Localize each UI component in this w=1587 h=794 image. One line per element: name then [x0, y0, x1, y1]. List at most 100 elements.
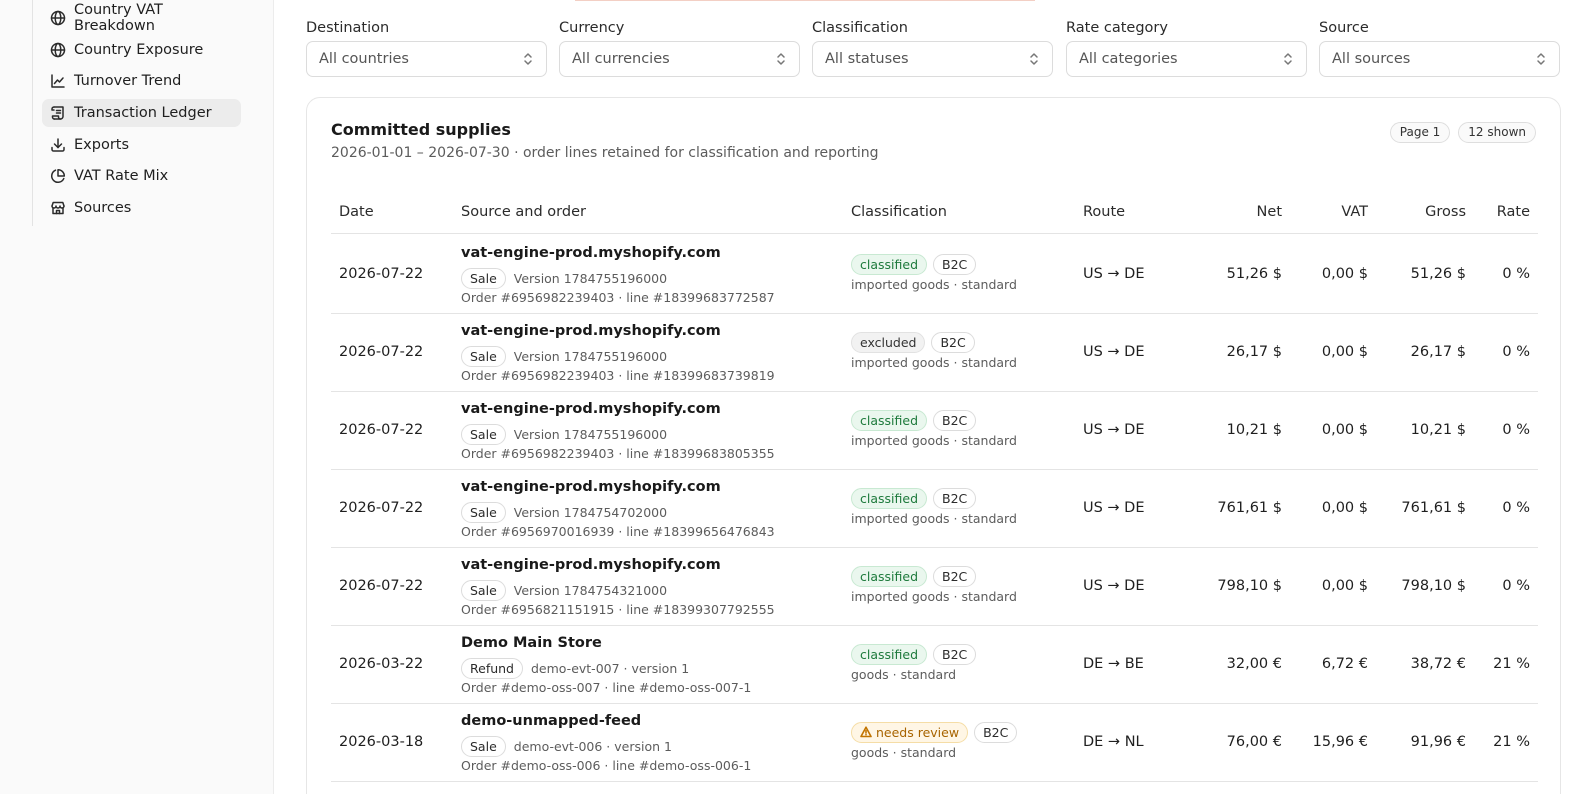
sidebar-item-label: Country Exposure [74, 42, 204, 58]
sidebar-item-exports[interactable]: Exports [42, 131, 241, 159]
row-gross: 761,61 $ [1401, 500, 1466, 516]
sidebar-item-vat-rate-mix[interactable]: VAT Rate Mix [42, 162, 241, 190]
row-date: 2026-07-22 [339, 422, 424, 438]
sidebar-item-turnover-trend[interactable]: Turnover Trend [42, 67, 241, 95]
source-version: Version 1784755196000 [513, 348, 668, 364]
classification-detail: imported goods · standard [851, 589, 1017, 604]
channel-badge: B2C [933, 643, 977, 665]
row-gross: 798,10 $ [1401, 578, 1466, 594]
status-badge: classified [851, 409, 928, 431]
order-reference: Order #6956982239403 · line #18399683739… [461, 368, 775, 383]
classification-detail: imported goods · standard [851, 277, 1017, 292]
row-rate: 21 % [1493, 734, 1530, 750]
table-row[interactable]: 2026-07-22 vat-engine-prod.myshopify.com S… [331, 469, 1538, 548]
source-version: demo-evt-007 · version 1 [531, 660, 690, 676]
order-reference: Order #demo-oss-007 · line #demo-oss-007… [461, 680, 752, 695]
source-name: vat-engine-prod.myshopify.com [461, 401, 721, 417]
row-date: 2026-07-22 [339, 344, 424, 360]
order-reference: Order #6956821151915 · line #18399307792… [461, 602, 775, 617]
globe-icon [50, 42, 66, 58]
transaction-type-badge: Sale [461, 579, 506, 601]
column-header-rate[interactable]: Rate [1497, 204, 1530, 220]
row-vat: 0,00 $ [1321, 344, 1368, 360]
source-version-line: Sale demo-evt-006 · version 1 [461, 735, 751, 757]
sidebar-item-country-exposure[interactable]: Country Exposure [42, 36, 241, 64]
column-header-date[interactable]: Date [339, 204, 374, 220]
table-row[interactable]: 2026-03-18 demo-unmapped-feed Sale demo-evt… [331, 703, 1538, 782]
table-row[interactable]: 2026-03-22 Demo Main Store Refund demo-evt-… [331, 625, 1538, 704]
source-version: Version 1784754702000 [513, 504, 668, 520]
classification-select[interactable]: All statuses [812, 41, 1053, 77]
row-date: 2026-03-18 [339, 734, 424, 750]
row-rate: 0 % [1502, 422, 1530, 438]
row-source: vat-engine-prod.myshopify.com Sale Version… [461, 245, 775, 305]
channel-badge: B2C [931, 331, 975, 353]
source-version-line: Sale Version 1784755196000 [461, 345, 775, 367]
source-select[interactable]: All sources [1319, 41, 1560, 77]
classification-detail: goods · standard [851, 667, 957, 682]
classification-detail: imported goods · standard [851, 355, 1017, 370]
channel-badge: B2C [933, 409, 977, 431]
status-label: classified [860, 646, 919, 662]
committed-supplies-card: Committed supplies 2026-01-01 – 2026-07-… [306, 97, 1561, 794]
row-classification: classified B2C imported goods · standard [851, 565, 1017, 604]
status-label: classified [860, 256, 919, 272]
destination-select[interactable]: All countries [306, 41, 547, 77]
classification-badges: classified B2C [851, 487, 1017, 509]
classification-badges: classified B2C [851, 643, 982, 665]
row-date: 2026-07-22 [339, 266, 424, 282]
sidebar-rail [32, 0, 33, 226]
transaction-type-badge: Sale [461, 267, 506, 289]
sidebar-item-country-vat-breakdown[interactable]: Country VAT Breakdown [42, 2, 241, 34]
filter-classification: Classification All statuses [812, 18, 1053, 77]
classification-detail: goods · standard [851, 745, 957, 760]
status-badge: classified [851, 565, 928, 587]
source-version: demo-evt-006 · version 1 [513, 738, 672, 754]
row-route: US → DE [1083, 500, 1145, 516]
row-gross: 38,72 € [1410, 656, 1466, 672]
sidebar-item-sources[interactable]: Sources [42, 194, 241, 222]
column-header-source[interactable]: Source and order [461, 204, 586, 220]
sidebar-item-label: Sources [74, 200, 132, 216]
table-row[interactable]: 2026-07-22 vat-engine-prod.myshopify.com S… [331, 235, 1538, 314]
currency-select[interactable]: All currencies [559, 41, 800, 77]
column-header-gross[interactable]: Gross [1425, 204, 1466, 220]
column-header-vat[interactable]: VAT [1341, 204, 1368, 220]
status-badge: classified [851, 643, 928, 665]
select-value: All currencies [572, 51, 670, 67]
row-rate: 0 % [1502, 500, 1530, 516]
row-classification: classified B2C goods · standard [851, 643, 982, 682]
rate-category-select[interactable]: All categories [1066, 41, 1307, 77]
app-root: Country VAT Breakdown Country Exposure T… [0, 0, 1587, 794]
source-name: vat-engine-prod.myshopify.com [461, 557, 721, 573]
status-badge: classified [851, 487, 928, 509]
transaction-type-badge: Sale [461, 735, 506, 757]
classification-badges: needs review B2C [851, 721, 1023, 743]
row-gross: 51,26 $ [1410, 266, 1466, 282]
source-name: vat-engine-prod.myshopify.com [461, 245, 721, 261]
ledger-icon [50, 105, 66, 121]
row-classification: excluded B2C imported goods · standard [851, 331, 1017, 370]
sidebar-item-transaction-ledger[interactable]: Transaction Ledger [42, 99, 241, 127]
transaction-type-badge: Refund [461, 657, 523, 679]
table-row[interactable]: 2026-07-22 vat-engine-prod.myshopify.com S… [331, 313, 1538, 392]
order-reference: Order #demo-oss-006 · line #demo-oss-006… [461, 758, 752, 773]
table-row[interactable]: 2026-07-22 vat-engine-prod.myshopify.com S… [331, 547, 1538, 626]
sidebar: Country VAT Breakdown Country Exposure T… [0, 0, 274, 794]
select-value: All sources [1332, 51, 1411, 67]
classification-badges: classified B2C [851, 409, 1017, 431]
source-version-line: Sale Version 1784755196000 [461, 267, 775, 289]
classification-badges: classified B2C [851, 565, 1017, 587]
column-header-route[interactable]: Route [1083, 204, 1125, 220]
row-vat: 6,72 € [1321, 656, 1368, 672]
column-header-net[interactable]: Net [1257, 204, 1282, 220]
card-title: Committed supplies [331, 120, 511, 139]
column-header-classification[interactable]: Classification [851, 204, 947, 220]
row-classification: classified B2C imported goods · standard [851, 487, 1017, 526]
globe-icon [50, 10, 66, 26]
classification-badges: classified B2C [851, 253, 1017, 275]
shown-count-badge: 12 shown [1458, 122, 1536, 143]
warning-icon [860, 726, 872, 738]
table-row[interactable]: 2026-07-22 vat-engine-prod.myshopify.com S… [331, 391, 1538, 470]
filter-label: Currency [559, 20, 625, 36]
